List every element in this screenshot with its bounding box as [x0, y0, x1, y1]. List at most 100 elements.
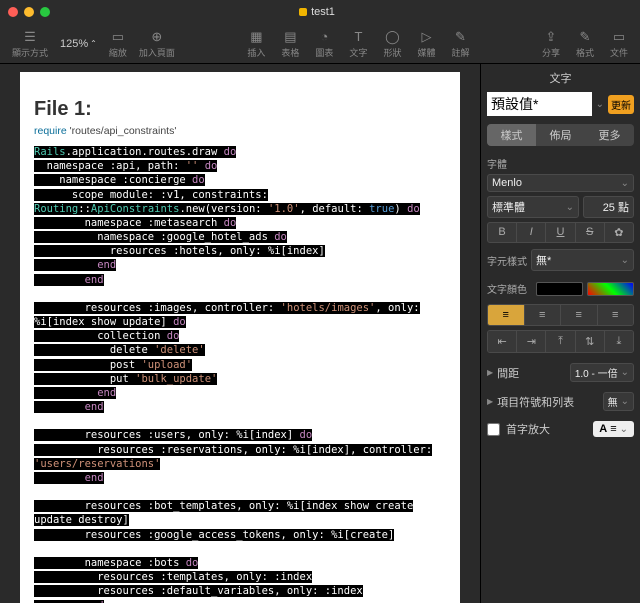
- code-line: end: [34, 400, 446, 414]
- require-line: require 'routes/api_constraints': [34, 125, 446, 137]
- code-line: collection do: [34, 329, 446, 343]
- code-line: namespace :api, path: '' do: [34, 159, 446, 173]
- font-section-label: 字體: [487, 156, 634, 171]
- align-justify-button[interactable]: ≡: [598, 305, 634, 325]
- text-format-bar: B I U S ✿: [487, 222, 634, 243]
- h-align-bar: ≡ ≡ ≡ ≡: [487, 304, 634, 326]
- doc-icon: [299, 8, 307, 16]
- gear-icon[interactable]: ✿: [605, 223, 633, 242]
- inspector-segment[interactable]: 樣式 佈局 更多: [487, 124, 634, 146]
- code-line: end: [34, 471, 446, 485]
- view-button[interactable]: ☰ 顯示方式: [6, 29, 54, 59]
- code-line: namespace :concierge do: [34, 173, 446, 187]
- strike-button[interactable]: S: [576, 223, 605, 242]
- update-style-button[interactable]: 更新: [608, 95, 634, 114]
- code-line: [34, 485, 446, 499]
- code-line: namespace :google_hotel_ads do: [34, 230, 446, 244]
- code-line: [34, 542, 446, 556]
- page-heading: File 1:: [34, 98, 446, 121]
- titlebar: test1: [0, 0, 640, 24]
- tb-mid-3[interactable]: T文字: [343, 29, 373, 59]
- tb-mid-6[interactable]: ✎註解: [445, 29, 475, 59]
- zoom-select[interactable]: 125%⌃: [54, 38, 103, 50]
- code-line: resources :users, only: %i[index] do: [34, 428, 446, 442]
- code-line: resources :templates, only: :index: [34, 570, 446, 584]
- tb-mid-5[interactable]: ▷媒體: [411, 29, 441, 59]
- valign-mid-button[interactable]: ⇅: [576, 331, 605, 352]
- code-line: %i[index show update] do: [34, 315, 446, 329]
- document-title: test1: [299, 6, 335, 18]
- text-color-swatch[interactable]: [536, 282, 583, 296]
- outdent-button[interactable]: ⇤: [488, 331, 517, 352]
- font-family-select[interactable]: Menlo⌄: [487, 174, 634, 192]
- tb-mid-2[interactable]: ◔圖表: [309, 29, 339, 59]
- align-right-button[interactable]: ≡: [561, 305, 598, 325]
- chevron-right-icon: ▶: [487, 397, 493, 406]
- indent-button[interactable]: ⇥: [517, 331, 546, 352]
- toolbar: ☰ 顯示方式 125%⌃ ▭ 縮放 ⊕ 加入頁面 ▦插入▤表格◔圖表T文字◯形狀…: [0, 24, 640, 64]
- code-line: resources :reservations, only: %i[index]…: [34, 443, 446, 457]
- code-line: Rails.application.routes.draw do: [34, 145, 446, 159]
- zoom-button[interactable]: ▭ 縮放: [103, 29, 133, 59]
- close-icon[interactable]: [8, 7, 18, 17]
- code-line: delete 'delete': [34, 343, 446, 357]
- code-line: [34, 287, 446, 301]
- bullets-disclosure[interactable]: ▶ 項目符號和列表 無⌄: [487, 392, 634, 411]
- tb-right-2[interactable]: ▭文件: [604, 29, 634, 59]
- code-block[interactable]: Rails.application.routes.draw do namespa…: [34, 145, 446, 603]
- inspector-panel: 文字 預設值* ⌄ 更新 樣式 佈局 更多 字體 Menlo⌄ 標準體⌄ 25 …: [480, 64, 640, 603]
- code-line: resources :hotels, only: %i[index]: [34, 244, 446, 258]
- tb-right-1[interactable]: ✎格式: [570, 29, 600, 59]
- zoom-icon[interactable]: [40, 7, 50, 17]
- code-line: resources :images, controller: 'hotels/i…: [34, 301, 446, 315]
- text-color-label: 文字顏色: [487, 281, 532, 296]
- code-line: [34, 414, 446, 428]
- add-page-icon: ⊕: [151, 29, 162, 45]
- seg-layout[interactable]: 佈局: [536, 124, 585, 146]
- color-picker-icon[interactable]: [587, 282, 634, 296]
- char-style-select[interactable]: 無*⌄: [531, 249, 634, 271]
- underline-button[interactable]: U: [546, 223, 575, 242]
- spacing-disclosure[interactable]: ▶ 間距 1.0 - 一倍⌄: [487, 363, 634, 382]
- font-size-field[interactable]: 25 點: [583, 196, 634, 218]
- align-left-button[interactable]: ≡: [488, 305, 525, 325]
- code-line: namespace :bots do: [34, 556, 446, 570]
- add-page-button[interactable]: ⊕ 加入頁面: [133, 29, 181, 59]
- doc-title-text: test1: [311, 6, 335, 18]
- tb-mid-0[interactable]: ▦插入: [241, 29, 271, 59]
- font-weight-select[interactable]: 標準體⌄: [487, 196, 579, 218]
- italic-button[interactable]: I: [517, 223, 546, 242]
- minimize-icon[interactable]: [24, 7, 34, 17]
- document-canvas[interactable]: File 1: require 'routes/api_constraints'…: [0, 64, 480, 603]
- seg-style[interactable]: 樣式: [487, 124, 536, 146]
- code-line: namespace :metasearch do: [34, 216, 446, 230]
- chevron-right-icon: ▶: [487, 368, 493, 377]
- tb-mid-1[interactable]: ▤表格: [275, 29, 305, 59]
- code-line: scope module: :v1, constraints:: [34, 188, 446, 202]
- bold-button[interactable]: B: [488, 223, 517, 242]
- dropcap-checkbox[interactable]: [487, 423, 500, 436]
- bullets-select[interactable]: 無⌄: [603, 392, 634, 411]
- tb-right-0[interactable]: ⇪分享: [536, 29, 566, 59]
- code-line: end: [34, 599, 446, 603]
- seg-more[interactable]: 更多: [585, 124, 634, 146]
- dropcap-style-select[interactable]: A≡⌄: [593, 421, 634, 437]
- code-line: resources :google_access_tokens, only: %…: [34, 528, 446, 542]
- zoom-out-icon: ▭: [112, 29, 124, 45]
- indent-valign-bar: ⇤ ⇥ ⤒ ⇅ ⤓: [487, 330, 634, 353]
- inspector-tab-text[interactable]: 文字: [487, 70, 634, 86]
- code-line: post 'upload': [34, 358, 446, 372]
- traffic-lights: [8, 7, 50, 17]
- code-line: 'users/reservations': [34, 457, 446, 471]
- align-center-button[interactable]: ≡: [525, 305, 562, 325]
- char-style-label: 字元樣式: [487, 253, 527, 268]
- valign-bottom-button[interactable]: ⤓: [605, 331, 633, 352]
- code-line: end: [34, 386, 446, 400]
- dropcap-label: 首字放大: [506, 421, 550, 437]
- code-line: end: [34, 258, 446, 272]
- paragraph-style-select[interactable]: 預設值*: [487, 92, 592, 116]
- valign-top-button[interactable]: ⤒: [546, 331, 575, 352]
- tb-mid-4[interactable]: ◯形狀: [377, 29, 407, 59]
- code-line: update destroy]: [34, 513, 446, 527]
- spacing-select[interactable]: 1.0 - 一倍⌄: [570, 363, 634, 382]
